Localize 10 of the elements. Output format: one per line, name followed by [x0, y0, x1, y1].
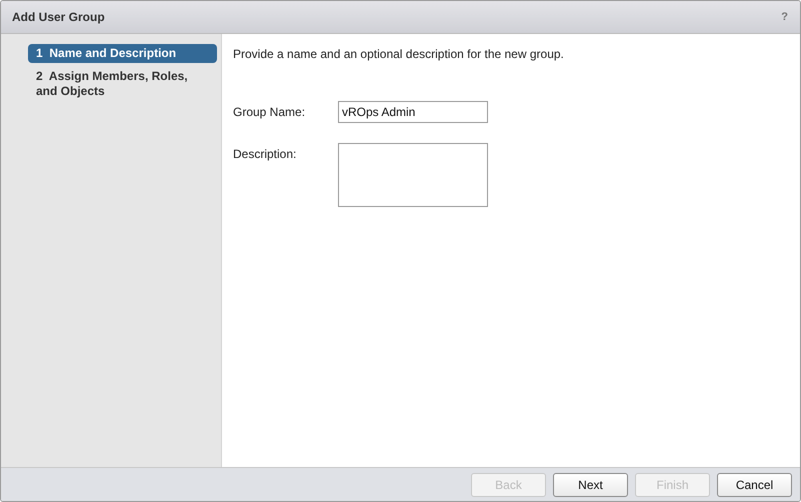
name-field[interactable]: vROps Admin: [338, 101, 488, 123]
intro-text: Provide a name and an optional description for the new group.: [233, 47, 565, 61]
wizard-step[interactable]: 2 Assign Members, Roles, and Objects: [28, 67, 217, 101]
description-field[interactable]: [338, 143, 488, 207]
wizard-step[interactable]: 1 Name and Description: [28, 44, 217, 63]
wizard-button[interactable]: Next: [553, 472, 628, 496]
wizard-button[interactable]: Cancel: [717, 472, 792, 496]
window-title: Add User Group: [12, 10, 105, 24]
field-label: Group Name:: [233, 104, 306, 119]
field-label: Description:: [233, 146, 298, 161]
